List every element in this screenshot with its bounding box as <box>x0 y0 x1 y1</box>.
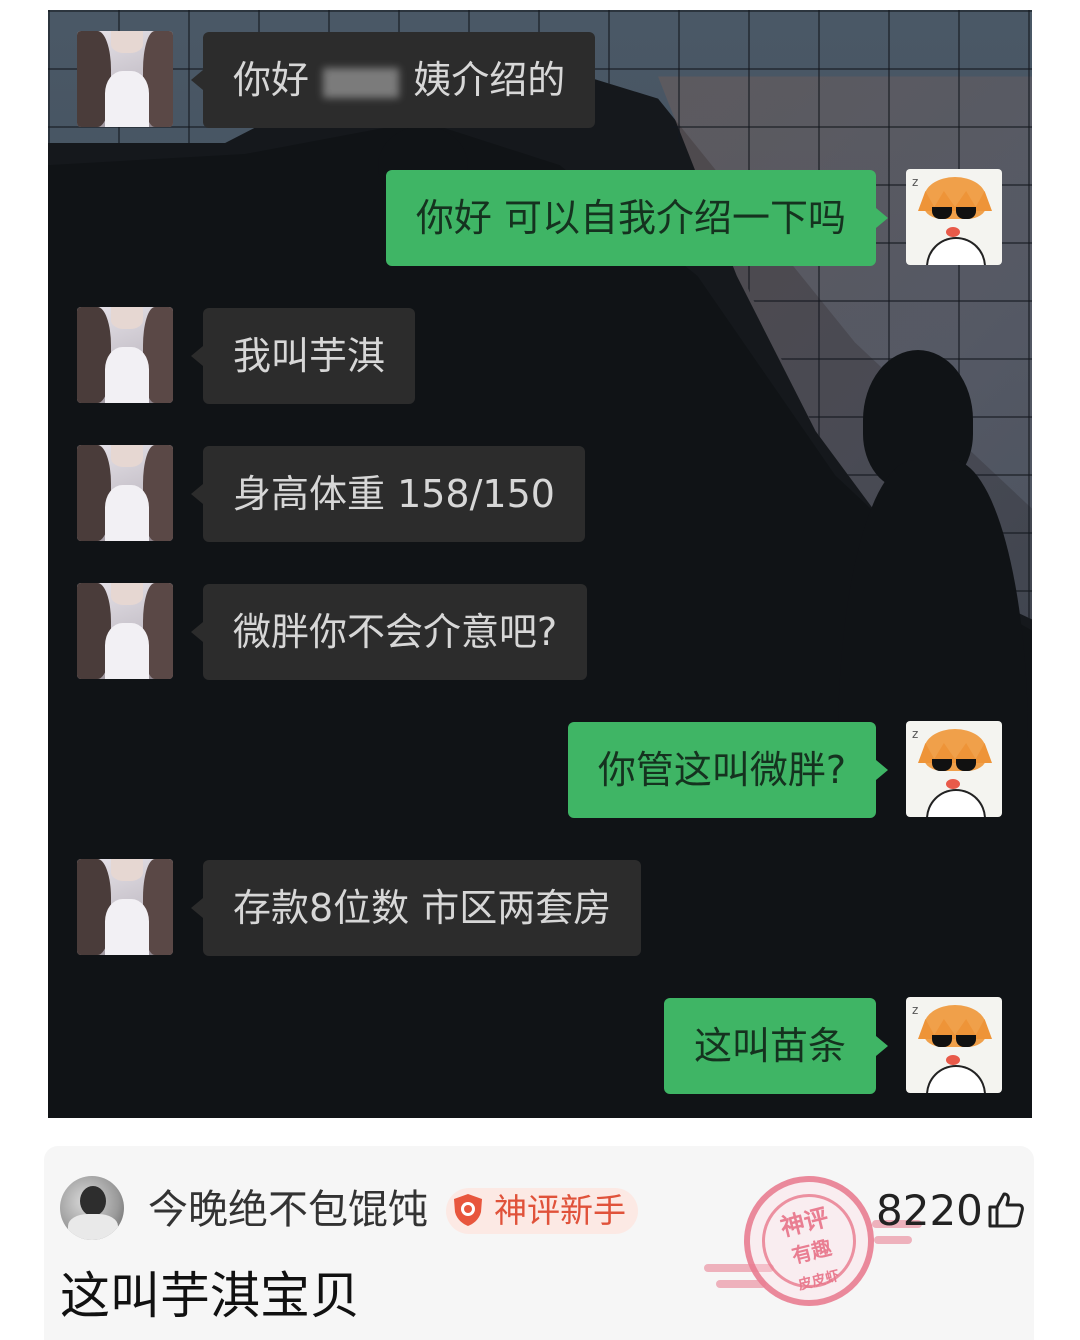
badge-shield-icon <box>454 1194 482 1226</box>
comment-card: 今晚绝不包馄饨 神评新手 这叫芋淇宝贝 神评 有趣 皮皮虾 8220 <box>44 1146 1034 1340</box>
contact-avatar[interactable] <box>77 583 173 679</box>
message-text: 你管这叫微胖? <box>597 748 846 792</box>
message-text: 这叫苗条 <box>693 1024 846 1068</box>
contact-avatar[interactable] <box>77 859 173 955</box>
stamp-streak <box>874 1236 912 1244</box>
outgoing-message[interactable]: 你管这叫微胖? <box>567 722 889 818</box>
hot-comment-stamp: 神评 有趣 皮皮虾 <box>730 1162 888 1320</box>
message-row: 身高体重 158/150 <box>48 445 1032 543</box>
outgoing-message[interactable]: 这叫苗条 <box>663 998 889 1094</box>
message-row: 存款8位数 市区两套房 <box>48 859 1032 957</box>
message-text: 你好 <box>233 58 310 102</box>
redacted-name <box>323 67 400 98</box>
incoming-message[interactable]: 身高体重 158/150 <box>191 446 585 542</box>
incoming-message[interactable]: 你好 姨介绍的 <box>190 32 596 128</box>
message-text: 微胖你不会介意吧? <box>233 610 558 654</box>
message-text: 我叫芋淇 <box>233 334 386 378</box>
message-row: 你管这叫微胖? z <box>48 721 1032 819</box>
outgoing-message[interactable]: 你好 可以自我介绍一下吗 <box>385 170 889 266</box>
contact-avatar[interactable] <box>77 307 173 403</box>
incoming-message[interactable]: 存款8位数 市区两套房 <box>190 860 642 956</box>
chat-screenshot: 你好 姨介绍的 你好 可以自我介绍一下吗 z 我叫芋淇 身高体重 158/150 <box>48 10 1032 1118</box>
message-text: 姨介绍的 <box>413 58 566 102</box>
message-row: 你好 姨介绍的 <box>48 31 1032 129</box>
message-text: 存款8位数 市区两套房 <box>233 886 612 930</box>
message-row: 微胖你不会介意吧? <box>48 583 1032 681</box>
message-row: 这叫苗条 z <box>48 997 1032 1095</box>
commenter-avatar[interactable] <box>60 1176 124 1240</box>
incoming-message[interactable]: 微胖你不会介意吧? <box>190 584 588 680</box>
message-row: 你好 可以自我介绍一下吗 z <box>48 169 1032 267</box>
message-row: 我叫芋淇 <box>48 307 1032 405</box>
commenter-username[interactable]: 今晚绝不包馄饨 <box>148 1186 428 1234</box>
contact-avatar[interactable] <box>77 445 173 541</box>
comment-text: 这叫芋淇宝贝 <box>60 1267 360 1325</box>
like-count: 8220 <box>876 1186 983 1235</box>
incoming-message[interactable]: 我叫芋淇 <box>190 308 416 404</box>
user-avatar[interactable]: z <box>906 721 1002 817</box>
message-text: 你好 可以自我介绍一下吗 <box>415 196 846 240</box>
contact-avatar[interactable] <box>77 31 173 127</box>
badge-label: 神评新手 <box>494 1191 626 1230</box>
user-avatar[interactable]: z <box>906 997 1002 1093</box>
commenter-badge[interactable]: 神评新手 <box>446 1188 638 1234</box>
message-text: 身高体重 158/150 <box>233 472 555 516</box>
user-avatar[interactable]: z <box>906 169 1002 265</box>
thumbs-up-icon[interactable] <box>986 1190 1026 1230</box>
